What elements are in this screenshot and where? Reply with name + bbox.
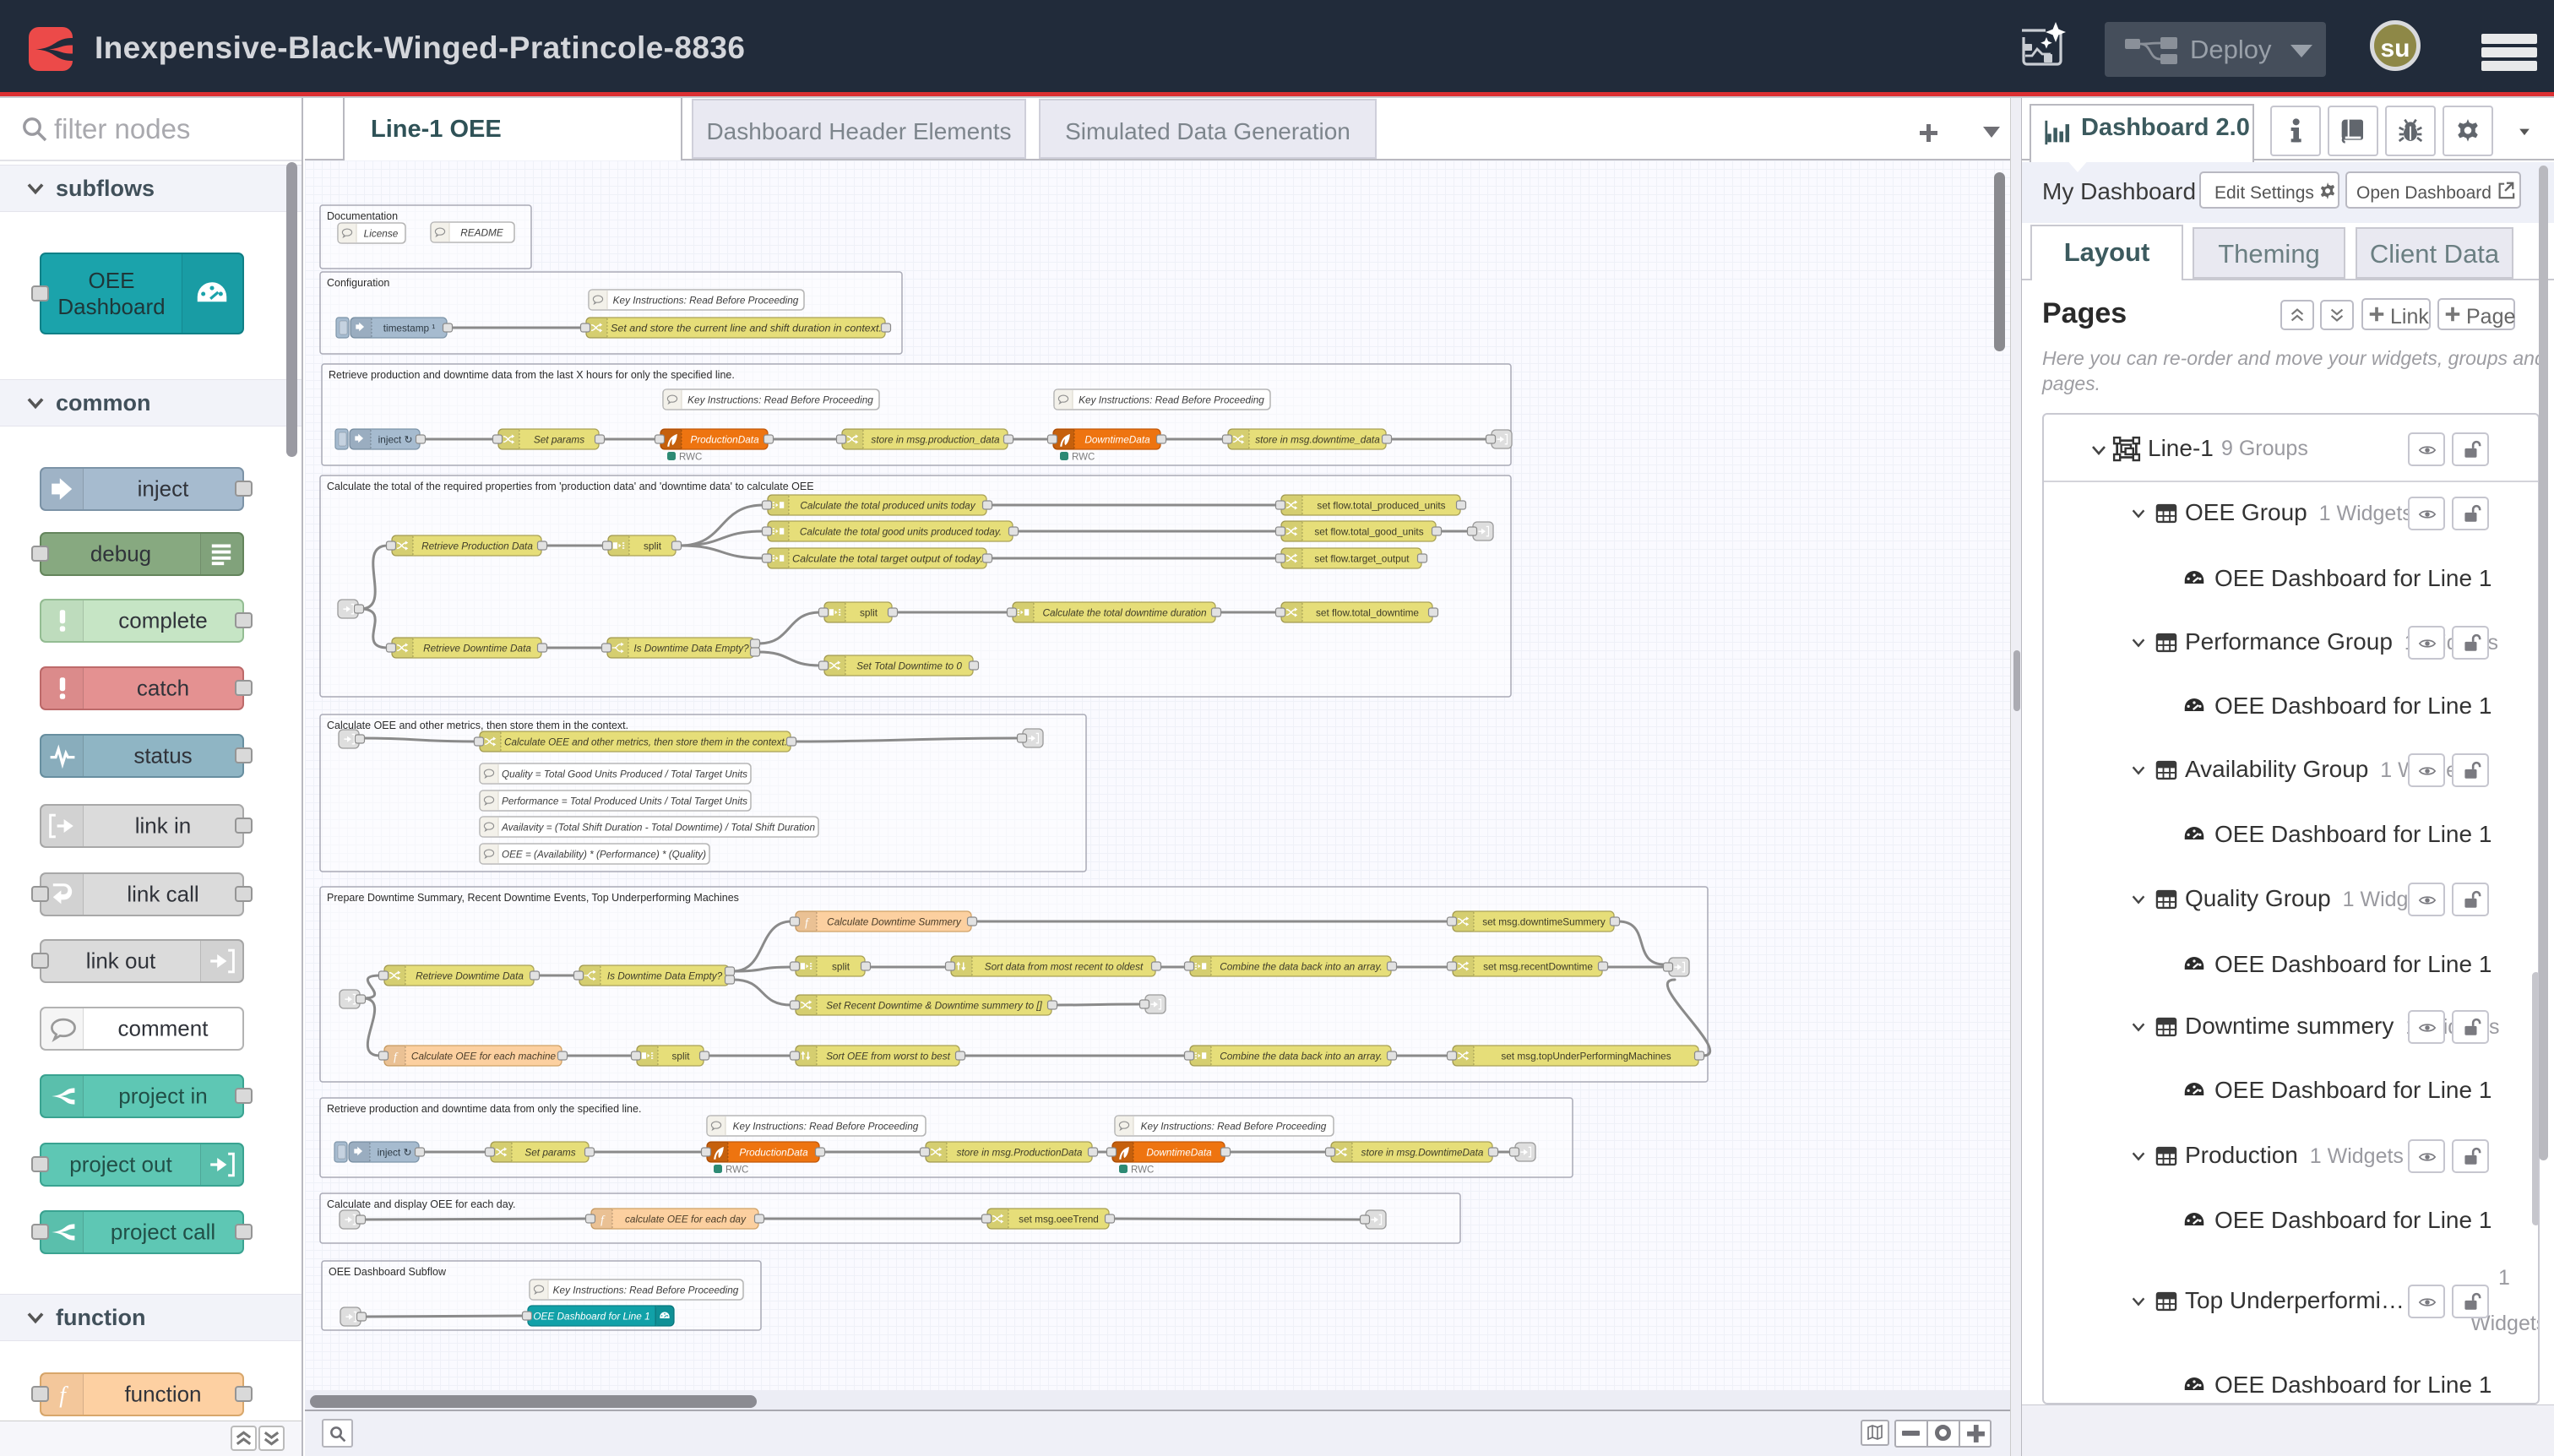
svg-text:Key Instructions: Read Before: Key Instructions: Read Before Proceeding — [733, 1121, 919, 1133]
svg-text:inject ↻: inject ↻ — [378, 1147, 412, 1159]
svg-text:Availavity = (Total Shift Dura: Availavity = (Total Shift Duration - Tot… — [501, 822, 815, 834]
svg-text:set flow.total_produced_units: set flow.total_produced_units — [1317, 500, 1445, 512]
svg-text:set flow.total_good_units: set flow.total_good_units — [1314, 526, 1423, 538]
svg-text:Key Instructions: Read Before: Key Instructions: Read Before Proceeding — [687, 394, 873, 406]
svg-text:store in msg.downtime_data: store in msg.downtime_data — [1255, 434, 1380, 446]
svg-text:Prepare Downtime Summary, Rece: Prepare Downtime Summary, Recent Downtim… — [327, 892, 739, 904]
svg-text:store in msg.ProductionData: store in msg.ProductionData — [957, 1147, 1083, 1159]
svg-text:split: split — [860, 607, 878, 619]
svg-text:Combine the data back into an: Combine the data back into an array. — [1220, 961, 1383, 973]
svg-text:Retrieve Downtime Data: Retrieve Downtime Data — [416, 970, 524, 982]
svg-text:DowntimeData: DowntimeData — [1146, 1147, 1212, 1159]
svg-text:Retrieve Downtime Data: Retrieve Downtime Data — [423, 643, 531, 655]
svg-text:timestamp ¹: timestamp ¹ — [383, 323, 436, 334]
svg-text:split: split — [832, 961, 850, 973]
svg-text:Calculate the total produced u: Calculate the total produced units today — [800, 500, 975, 512]
svg-text:Sort data from most recent to: Sort data from most recent to oldest — [985, 961, 1144, 973]
svg-text:split: split — [672, 1051, 691, 1062]
svg-text:set flow.target_output: set flow.target_output — [1314, 553, 1410, 565]
svg-text:DowntimeData: DowntimeData — [1084, 434, 1150, 446]
svg-text:Performance = Total Produced U: Performance = Total Produced Units / Tot… — [502, 796, 747, 807]
svg-text:ProductionData: ProductionData — [739, 1147, 808, 1159]
svg-text:Combine the data back into an: Combine the data back into an array. — [1220, 1051, 1383, 1062]
svg-text:Calculate OEE for each machine: Calculate OEE for each machine — [411, 1051, 557, 1062]
svg-text:Configuration: Configuration — [327, 277, 389, 289]
svg-text:calculate OEE for each day: calculate OEE for each day — [625, 1214, 747, 1225]
svg-text:set msg.topUnderPerformingMach: set msg.topUnderPerformingMachines — [1501, 1051, 1671, 1062]
svg-text:README: README — [460, 227, 503, 239]
svg-text:RWC: RWC — [725, 1165, 748, 1176]
svg-text:Calculate the total of the req: Calculate the total of the required prop… — [327, 481, 814, 492]
svg-text:RWC: RWC — [679, 453, 702, 463]
svg-text:Calculate and display OEE for: Calculate and display OEE for each day. — [327, 1198, 516, 1210]
svg-text:Calculate the total good units: Calculate the total good units produced … — [800, 526, 1002, 538]
svg-text:inject ↻: inject ↻ — [378, 434, 413, 446]
svg-text:Retrieve production and downti: Retrieve production and downtime data fr… — [329, 369, 735, 381]
svg-text:Calculate OEE and other metric: Calculate OEE and other metrics, then st… — [504, 736, 787, 748]
svg-text:Set params: Set params — [534, 434, 584, 446]
svg-text:Set params: Set params — [524, 1147, 575, 1159]
svg-text:Is Downtime Data Empty?: Is Downtime Data Empty? — [633, 643, 749, 655]
svg-text:Key Instructions: Read Before: Key Instructions: Read Before Proceeding — [553, 1285, 739, 1296]
svg-text:Documentation: Documentation — [327, 210, 398, 222]
svg-text:set msg.recentDowntime: set msg.recentDowntime — [1483, 961, 1593, 973]
svg-text:f: f — [59, 1383, 68, 1408]
svg-text:OEE Dashboard Subflow: OEE Dashboard Subflow — [329, 1266, 447, 1278]
svg-text:Key Instructions: Read Before: Key Instructions: Read Before Proceeding — [1141, 1121, 1327, 1133]
svg-text:store in msg.production_data: store in msg.production_data — [871, 434, 1000, 446]
svg-text:Quality = Total Good Units Pro: Quality = Total Good Units Produced / To… — [502, 769, 747, 780]
svg-text:Set Recent Downtime & Downtime: Set Recent Downtime & Downtime summery t… — [826, 1000, 1042, 1012]
svg-text:ProductionData: ProductionData — [690, 434, 759, 446]
svg-text:OEE = (Availability) * (Perfor: OEE = (Availability) * (Performance) * (… — [502, 849, 706, 861]
svg-text:Retrieve Production Data: Retrieve Production Data — [421, 541, 533, 552]
svg-text:Calculate Downtime Summery: Calculate Downtime Summery — [827, 916, 962, 928]
svg-text:Calculate OEE and other metric: Calculate OEE and other metrics, then st… — [327, 720, 628, 731]
svg-text:Calculate the total downtime d: Calculate the total downtime duration — [1042, 607, 1207, 619]
svg-text:Set Total Downtime to 0: Set Total Downtime to 0 — [856, 660, 962, 672]
svg-text:Calculate the total target out: Calculate the total target output of tod… — [792, 553, 983, 565]
svg-text:OEE Dashboard for Line 1: OEE Dashboard for Line 1 — [533, 1311, 649, 1323]
svg-text:Key Instructions: Read Before: Key Instructions: Read Before Proceeding — [1079, 394, 1264, 406]
svg-text:RWC: RWC — [1131, 1165, 1154, 1176]
svg-text:License: License — [364, 228, 399, 240]
svg-text:set flow.total_downtime: set flow.total_downtime — [1316, 607, 1419, 619]
svg-text:set msg.downtimeSummery: set msg.downtimeSummery — [1482, 916, 1606, 928]
svg-text:Retrieve production and downti: Retrieve production and downtime data fr… — [327, 1103, 641, 1115]
svg-text:Key Instructions: Read Before: Key Instructions: Read Before Proceeding — [613, 295, 799, 307]
svg-text:Sort OEE from worst to best: Sort OEE from worst to best — [826, 1051, 951, 1062]
svg-text:store in msg.DowntimeData: store in msg.DowntimeData — [1361, 1147, 1484, 1159]
svg-text:RWC: RWC — [1072, 453, 1095, 463]
svg-text:Set and store the current line: Set and store the current line and shift… — [611, 323, 882, 334]
svg-text:split: split — [644, 541, 662, 552]
svg-text:Is Downtime Data Empty?: Is Downtime Data Empty? — [607, 970, 723, 982]
svg-text:set msg.oeeTrend: set msg.oeeTrend — [1019, 1214, 1099, 1225]
